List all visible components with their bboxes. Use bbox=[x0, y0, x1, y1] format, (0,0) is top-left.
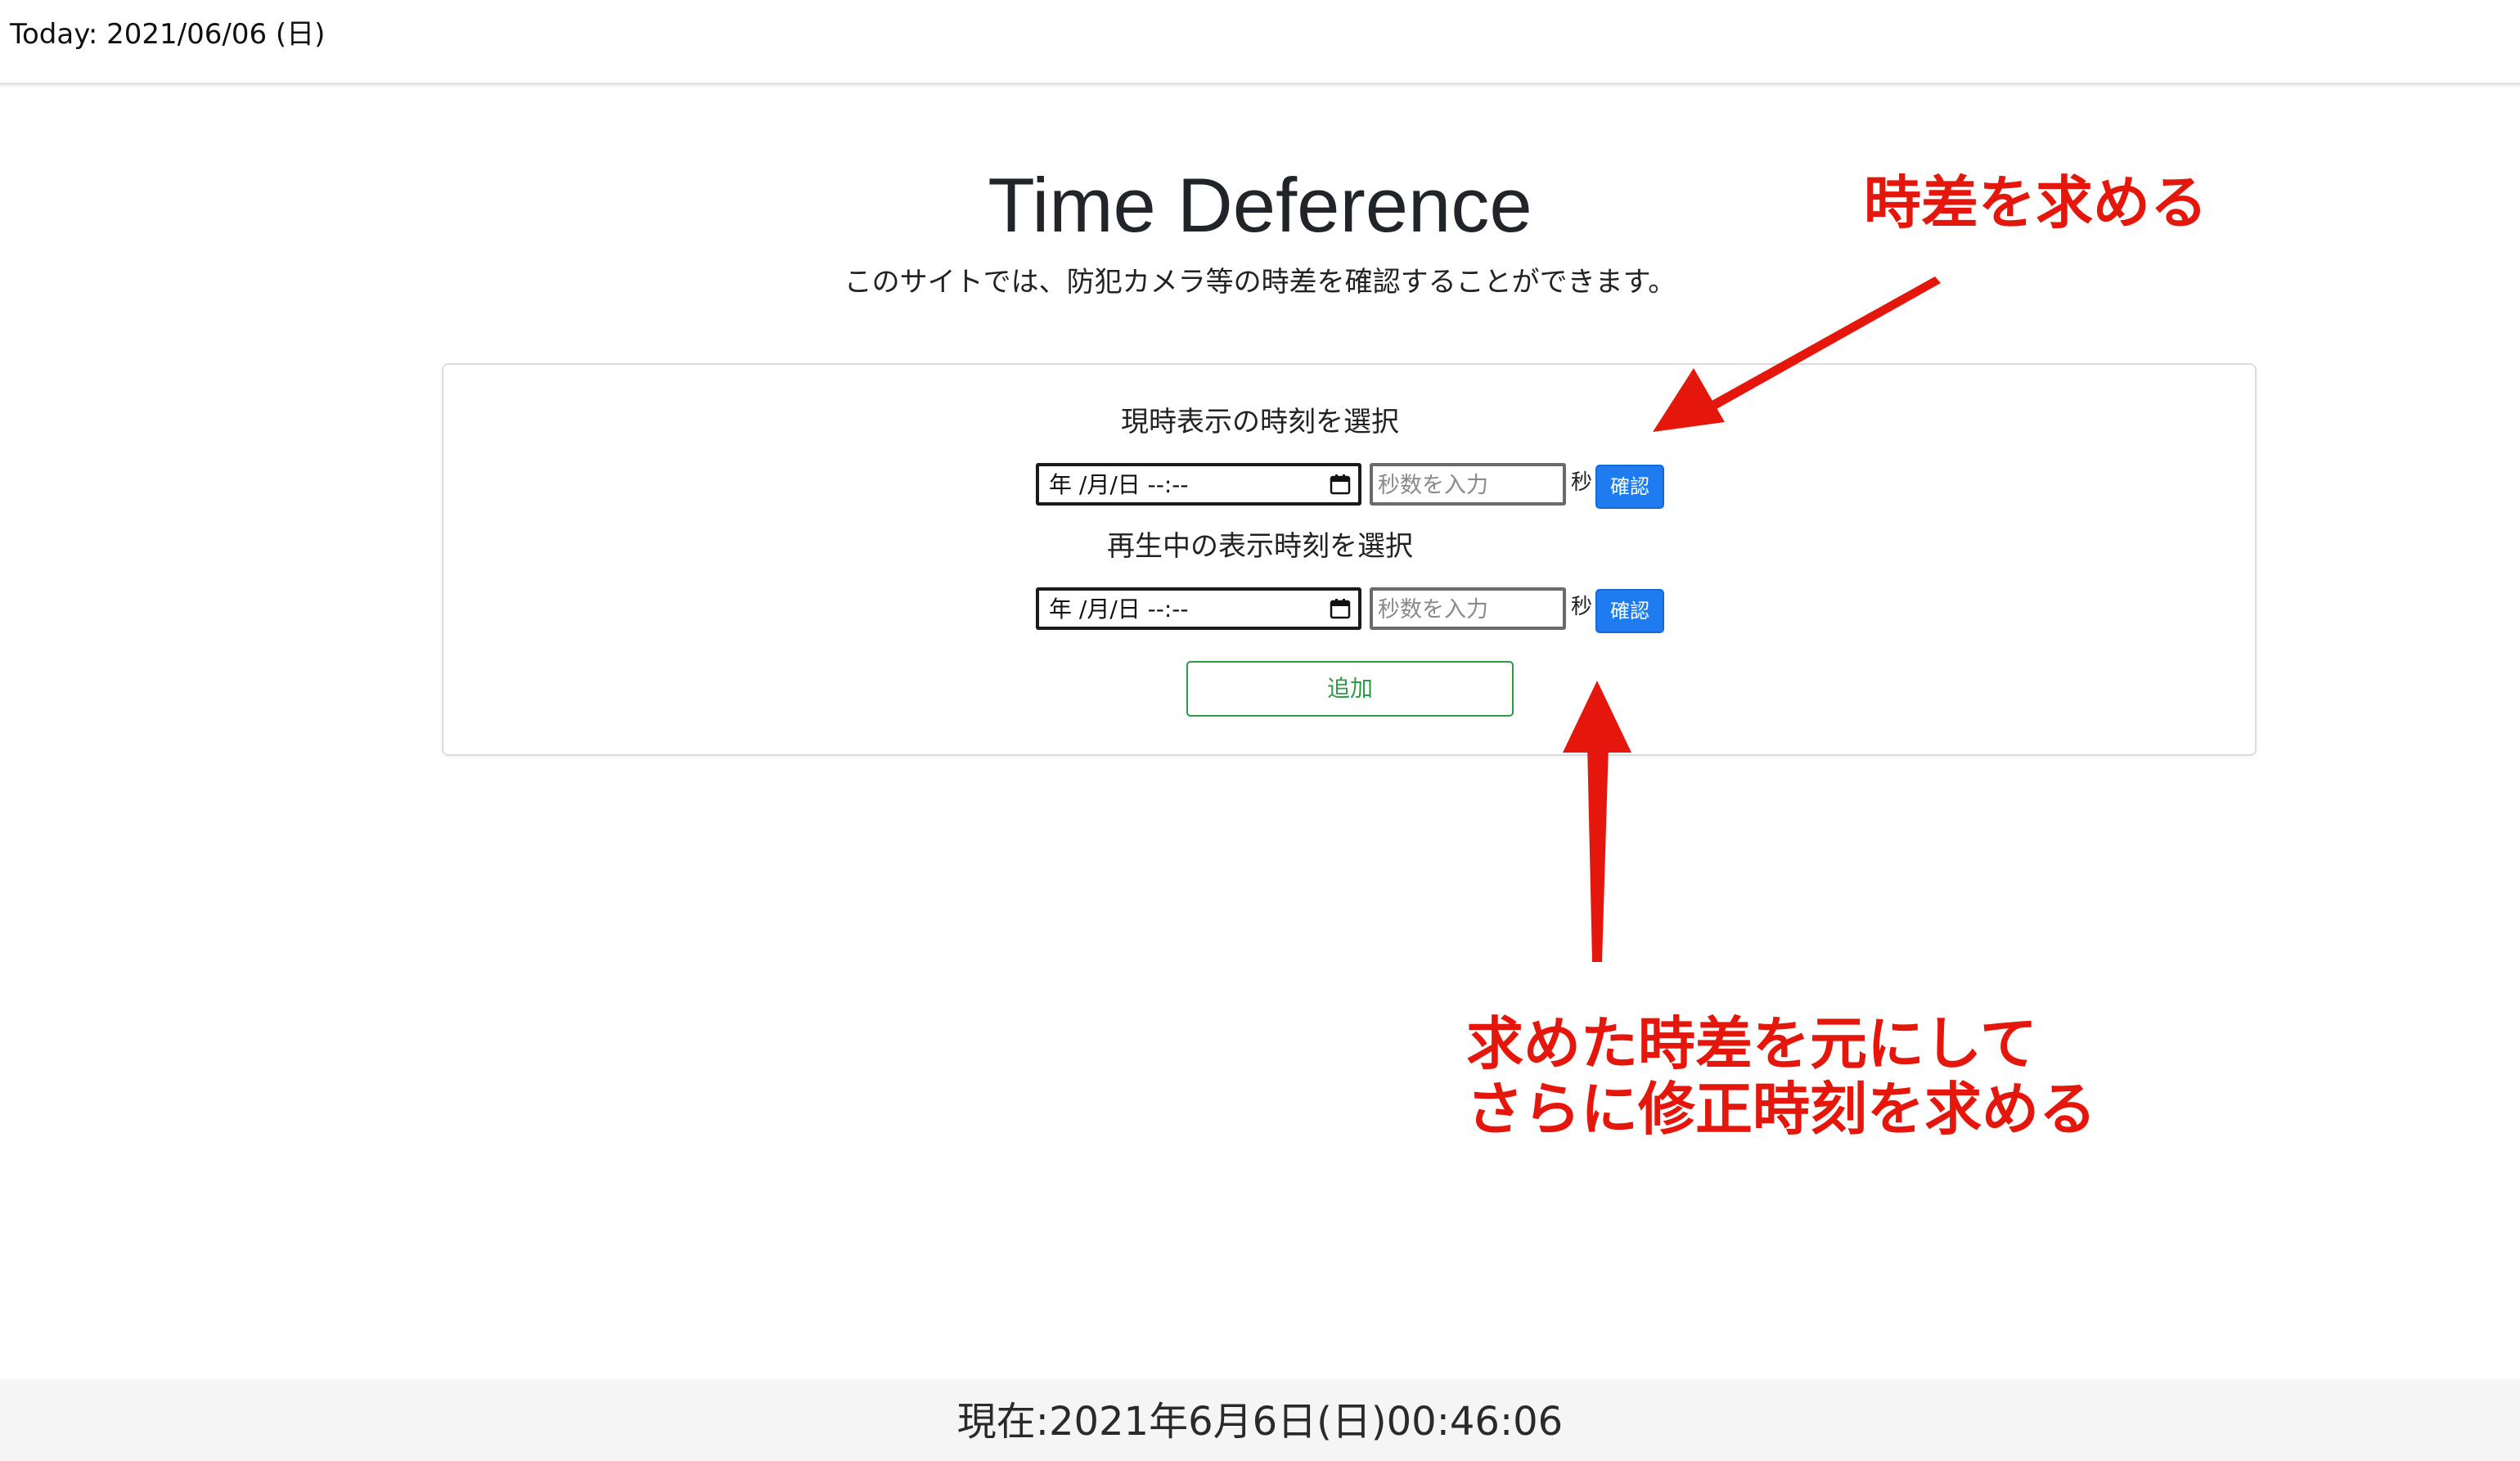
seconds-placeholder: 秒数を入力 bbox=[1378, 597, 1488, 623]
seconds-placeholder: 秒数を入力 bbox=[1378, 473, 1488, 498]
seconds-input-playback[interactable]: 秒数を入力 bbox=[1370, 587, 1566, 630]
datetime-value: 年 /月/日 --:-- bbox=[1049, 471, 1189, 498]
confirm-button-current[interactable]: 確認 bbox=[1595, 465, 1664, 509]
current-datetime: 現在:2021年6月6日(日)00:46:06 bbox=[956, 1399, 1564, 1445]
section-label-current: 現時表示の時刻を選択 bbox=[1121, 406, 1399, 438]
section-label-playback: 再生中の表示時刻を選択 bbox=[1107, 530, 1413, 563]
calendar-icon[interactable] bbox=[1329, 597, 1352, 620]
datetime-value: 年 /月/日 --:-- bbox=[1049, 596, 1189, 623]
seconds-unit: 秒 bbox=[1571, 595, 1593, 619]
seconds-input-current[interactable]: 秒数を入力 bbox=[1370, 463, 1566, 506]
datetime-input-current[interactable]: 年 /月/日 --:-- bbox=[1036, 463, 1361, 506]
datetime-input-playback[interactable]: 年 /月/日 --:-- bbox=[1036, 587, 1361, 630]
footer-bar: 現在:2021年6月6日(日)00:46:06 bbox=[0, 1379, 2520, 1461]
page-subtitle: このサイトでは、防犯カメラ等の時差を確認することができます。 bbox=[844, 266, 1676, 299]
confirm-button-playback[interactable]: 確認 bbox=[1595, 589, 1664, 633]
add-button[interactable]: 追加 bbox=[1186, 661, 1514, 717]
today-date: Today: 2021/06/06 (日) bbox=[10, 18, 326, 51]
top-bar: Today: 2021/06/06 (日) bbox=[0, 0, 2520, 85]
annotation-line-1: 求めた時差を元にして bbox=[1466, 1010, 2037, 1077]
calendar-icon[interactable] bbox=[1329, 473, 1352, 496]
seconds-unit: 秒 bbox=[1571, 470, 1593, 495]
annotation-time-difference: 時差を求める bbox=[1864, 169, 2207, 236]
annotation-line-2: さらに修正時刻を求める bbox=[1466, 1076, 2096, 1143]
